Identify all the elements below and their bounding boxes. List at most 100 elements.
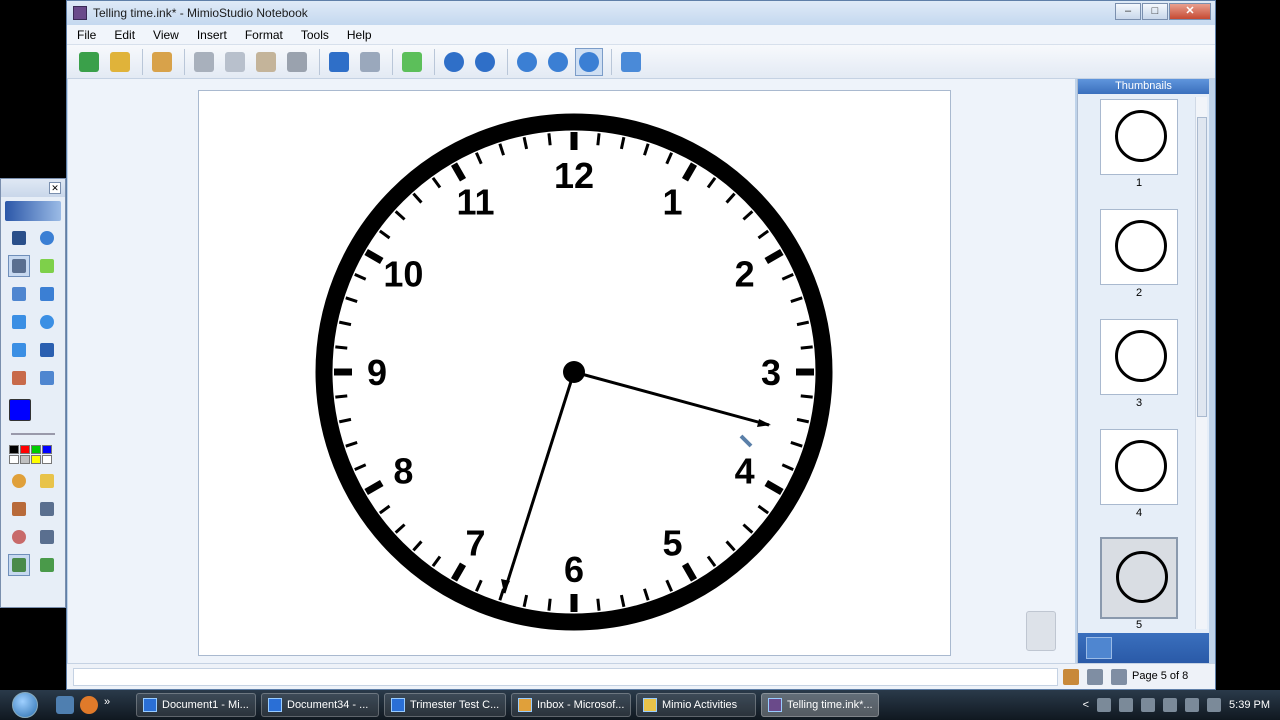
select-tool[interactable] [8,227,30,249]
thumbnail-page-3[interactable] [1100,319,1178,395]
task-telling-time[interactable]: Telling time.ink*... [761,693,879,717]
copy-button[interactable] [221,48,249,76]
add-page-button[interactable] [398,48,426,76]
rectangle-tool[interactable] [8,311,30,333]
menu-format[interactable]: Format [245,28,283,42]
image-tool[interactable] [8,367,30,389]
clock-center [563,361,585,383]
start-button[interactable] [0,690,50,720]
save-button[interactable] [106,48,134,76]
tools-palette: ✕ [0,178,66,608]
thumbnail-page-4[interactable] [1100,429,1178,505]
zoom-icon [40,231,54,245]
triangle-tool[interactable] [8,339,30,361]
firefox-icon[interactable] [80,696,98,714]
tray-icon[interactable] [1163,698,1178,712]
task-document34[interactable]: Document34 - ... [261,693,379,717]
task-trimester-test[interactable]: Trimester Test C... [384,693,506,717]
reveal-tool[interactable] [36,498,58,520]
next-page-button[interactable] [471,48,499,76]
menu-help[interactable]: Help [347,28,372,42]
folder-tool[interactable] [36,470,58,492]
thumbnail-page-2[interactable] [1100,209,1178,285]
notebook-page[interactable]: 12 1 2 3 4 5 6 7 8 9 10 11 [198,90,951,656]
cut-button[interactable] [190,48,218,76]
palette-white[interactable] [9,455,19,464]
fill-tool[interactable] [8,470,30,492]
maximize-button[interactable]: □ [1142,3,1168,20]
palette-blue[interactable] [42,445,52,454]
zoom-fit-button[interactable] [575,47,603,76]
palette-black[interactable] [9,445,19,454]
paste-icon [256,51,276,72]
palette-none[interactable] [42,455,52,464]
chevron-left-icon[interactable]: < [1083,699,1089,711]
undo-button[interactable] [325,48,353,76]
tools-icon[interactable] [1111,669,1127,685]
tray-icon[interactable] [1097,698,1112,712]
color-palette[interactable] [9,445,57,464]
capture-tool[interactable] [36,367,58,389]
mini-clock-icon [1115,110,1167,162]
thumbnail-number: 1 [1135,177,1143,189]
thumbnail-page-1[interactable] [1100,99,1178,175]
trash-icon[interactable] [1026,611,1056,651]
thickness-slider[interactable] [5,429,61,439]
close-icon[interactable]: ✕ [49,182,61,194]
thumbnail-page-5[interactable] [1100,537,1178,619]
folder-view-button[interactable] [1120,637,1146,659]
open-button[interactable] [75,48,103,76]
palette-gray[interactable] [20,455,30,464]
zoom-tool[interactable] [36,227,58,249]
menu-view[interactable]: View [153,28,179,42]
open-icon [79,51,99,72]
palette-green[interactable] [31,445,41,454]
menu-insert[interactable]: Insert [197,28,227,42]
menu-file[interactable]: File [77,28,96,42]
close-button[interactable]: ✕ [1169,3,1211,20]
tray-icon[interactable] [1185,698,1200,712]
add-page-icon [402,51,422,72]
task-mimio-activities[interactable]: Mimio Activities [636,693,756,717]
minimize-button[interactable]: – [1115,3,1141,20]
redo-button[interactable] [356,48,384,76]
palette-yellow[interactable] [31,455,41,464]
zoom-out-button[interactable] [544,48,572,76]
prev-page-button[interactable] [440,48,468,76]
color-swatch[interactable] [7,397,33,423]
delete-button[interactable] [283,48,311,76]
tray-icon[interactable] [1141,698,1156,712]
clock-time[interactable]: 5:39 PM [1229,699,1270,711]
pen-icon[interactable] [1087,669,1103,685]
clock-tick [547,598,552,611]
record-tool[interactable] [36,526,58,548]
ellipse-tool[interactable] [36,311,58,333]
export-tool[interactable] [36,554,58,576]
folder-icon [643,698,657,712]
gallery-tool[interactable] [8,498,30,520]
chevron-icon[interactable]: » [104,696,122,714]
spotlight-tool[interactable] [8,526,30,548]
text-tool[interactable] [36,339,58,361]
menu-edit[interactable]: Edit [114,28,135,42]
thumbnails-scrollbar[interactable] [1195,97,1207,629]
line-tool[interactable] [36,283,58,305]
tray-icon[interactable] [1207,698,1222,712]
paste-button[interactable] [252,48,280,76]
record-icon[interactable] [1063,669,1079,685]
task-inbox[interactable]: Inbox - Microsof... [511,693,631,717]
eraser-tool[interactable] [8,283,30,305]
zoom-in-button[interactable] [513,48,541,76]
show-desktop-icon[interactable] [56,696,74,714]
print-button[interactable] [148,48,176,76]
thumbnails-view-button[interactable] [1086,637,1112,659]
task-document1[interactable]: Document1 - Mi... [136,693,256,717]
tools-tool[interactable] [8,554,30,576]
palette-red[interactable] [20,445,30,454]
pen-tool[interactable] [8,255,30,277]
highlighter-tool[interactable] [36,255,58,277]
fill-icon [12,474,26,488]
window-button[interactable] [617,48,645,76]
menu-tools[interactable]: Tools [301,28,329,42]
tray-icon[interactable] [1119,698,1134,712]
